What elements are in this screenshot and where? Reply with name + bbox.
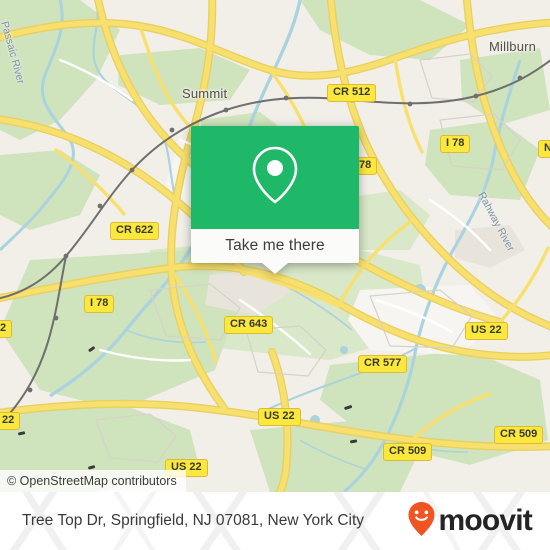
take-me-there-label: Take me there xyxy=(225,237,325,254)
moovit-pin-smile-icon xyxy=(407,501,436,542)
highway-shield: US 22 xyxy=(465,322,508,340)
highway-shield: I 78 xyxy=(440,135,471,153)
moovit-map-screenshot: .grn{fill:#cfe3bd} .grn2{fill:#d9e8c8} .… xyxy=(0,0,550,550)
address-label: Tree Top Dr, Springfield, NJ 07081, New … xyxy=(22,512,365,529)
osm-attribution[interactable]: © OpenStreetMap contributors xyxy=(0,470,186,492)
highway-shield: 22 xyxy=(0,412,21,430)
highway-shield: CR 512 xyxy=(327,84,377,102)
highway-shield: CR 643 xyxy=(224,316,274,334)
highway-shield: N xyxy=(538,140,550,158)
highway-shield: CR 509 xyxy=(383,443,433,461)
popup-pointer-tail xyxy=(262,263,288,274)
highway-shield: 2 xyxy=(0,320,13,338)
popup-action-bar[interactable]: Take me there xyxy=(191,229,359,263)
highway-shield: CR 622 xyxy=(110,222,160,240)
map-pin-icon xyxy=(249,144,301,211)
footer-bar: Tree Top Dr, Springfield, NJ 07081, New … xyxy=(0,492,550,550)
highway-shield: I 78 xyxy=(84,295,115,313)
highway-shield: CR 577 xyxy=(358,355,408,373)
moovit-wordmark: moovit xyxy=(438,504,532,537)
popup-header xyxy=(191,126,359,229)
highway-shield: US 22 xyxy=(258,408,301,426)
moovit-logo[interactable]: moovit xyxy=(407,501,533,542)
location-popup-card[interactable]: Take me there xyxy=(191,126,359,274)
highway-shield: CR 509 xyxy=(494,426,544,444)
